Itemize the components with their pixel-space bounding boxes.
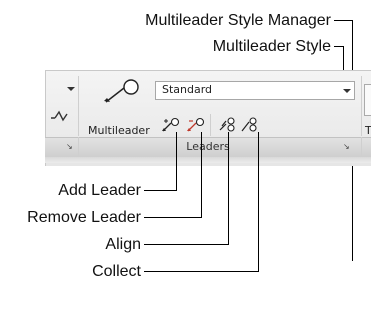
next-panel-stub [364, 84, 371, 116]
linear-dimension-icon[interactable] [49, 108, 71, 124]
chevron-down-icon [343, 89, 351, 93]
next-panel-partial-label: T [365, 124, 371, 137]
add-leader-icon [162, 117, 180, 132]
remove-leader-button[interactable] [186, 116, 206, 134]
add-leader-button[interactable] [161, 116, 181, 134]
leaders-panel-titlebar: Leaders [45, 137, 371, 157]
callout-add-leader-label: Add Leader [58, 182, 141, 199]
left-panel-launcher-icon[interactable]: ↘ [66, 142, 73, 151]
callout-align-label: Align [105, 236, 141, 253]
panel-launcher-icon[interactable]: ↘ [343, 142, 350, 151]
style-dropdown-value: Standard [162, 83, 213, 96]
collect-button[interactable] [240, 116, 260, 134]
callout-collect-label: Collect [92, 263, 141, 280]
multileader-style-dropdown[interactable]: Standard [155, 81, 355, 100]
panel-title: Leaders [186, 140, 230, 153]
collect-icon [241, 117, 257, 132]
multileader-icon[interactable] [102, 78, 140, 104]
remove-leader-icon [187, 117, 205, 132]
left-dropdown-arrow-icon[interactable] [67, 87, 75, 91]
callout-style-manager-label: Multileader Style Manager [145, 12, 331, 29]
multileader-label[interactable]: Multileader [88, 124, 150, 137]
ribbon-bottom-edge [45, 157, 371, 163]
callout-remove-leader-label: Remove Leader [27, 209, 141, 226]
callout-style-label: Multileader Style [212, 38, 331, 55]
